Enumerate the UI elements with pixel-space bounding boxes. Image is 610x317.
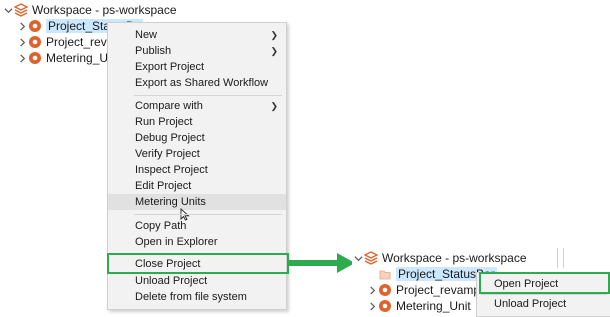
menu-separator	[134, 95, 282, 96]
chevron-right-icon[interactable]	[366, 301, 378, 311]
panel-divider	[557, 248, 558, 268]
workspace-label: Workspace - ps-workspace	[32, 3, 177, 17]
menu-item-label: Open in Explorer	[135, 236, 218, 248]
menu-item-label: Publish	[135, 45, 172, 57]
closed-project-icon	[378, 267, 392, 281]
menu-item-label: Inspect Project	[135, 164, 208, 176]
chevron-right-icon[interactable]	[16, 21, 28, 31]
menu-item-inspect-project[interactable]: Inspect Project	[108, 162, 286, 178]
chevron-right-icon[interactable]	[16, 37, 28, 47]
menu-item-label: Delete from file system	[135, 291, 247, 303]
menu-item-label: Compare with	[135, 100, 203, 112]
menu-item-edit-project[interactable]: Edit Project	[108, 178, 286, 194]
menu-separator	[134, 214, 282, 215]
menu-item-unload-project[interactable]: Unload Project	[477, 296, 610, 312]
workspace-stack-icon	[13, 3, 29, 17]
menu-item-label: Verify Project	[135, 148, 200, 160]
project-icon	[28, 35, 42, 49]
menu-item-copy-path[interactable]: Copy Path	[108, 218, 286, 234]
menu-item-label: Metering Units	[135, 196, 206, 208]
menu-item-compare-with[interactable]: Compare with ❯	[108, 98, 286, 114]
menu-item-label: Export as Shared Workflow	[135, 77, 269, 89]
tree-item-metering-units[interactable]: Metering_Unit	[366, 298, 471, 314]
tree-item-label: Project_reva	[46, 35, 114, 49]
menu-item-open-in-explorer[interactable]: Open in Explorer	[108, 234, 286, 250]
menu-item-publish[interactable]: Publish ❯	[108, 43, 286, 59]
workspace-row[interactable]: Workspace - ps-workspace	[352, 250, 527, 266]
chevron-right-icon[interactable]	[366, 285, 378, 295]
menu-separator	[481, 294, 607, 295]
chevron-right-icon[interactable]	[16, 53, 28, 63]
menu-item-export-project[interactable]: Export Project	[108, 59, 286, 75]
menu-item-export-shared-workflow[interactable]: Export as Shared Workflow	[108, 75, 286, 91]
project-icon	[378, 283, 392, 297]
open-project-highlight	[479, 272, 610, 294]
chevron-right-icon: ❯	[270, 100, 278, 111]
chevron-down-icon[interactable]	[2, 6, 14, 15]
tree-item-metering-units[interactable]: Metering_Uni	[16, 50, 117, 66]
menu-item-run-project[interactable]: Run Project	[108, 114, 286, 130]
menu-item-verify-project[interactable]: Verify Project	[108, 146, 286, 162]
menu-item-unload-project[interactable]: Unload Project	[108, 273, 286, 289]
menu-item-label: New	[135, 29, 158, 41]
close-project-highlight	[107, 253, 289, 274]
menu-item-delete-from-file-system[interactable]: Delete from file system	[108, 289, 286, 305]
project-icon	[28, 19, 42, 33]
menu-item-label: Debug Project	[135, 132, 205, 144]
menu-item-label: Unload Project	[135, 275, 208, 287]
menu-item-new[interactable]: New ❯	[108, 27, 286, 43]
workspace-row[interactable]: Workspace - ps-workspace	[2, 2, 177, 18]
chevron-down-icon[interactable]	[352, 254, 364, 263]
menu-item-label: Unload Project	[494, 298, 567, 310]
panel-divider	[563, 248, 564, 268]
menu-item-metering-units[interactable]: Metering Units	[108, 194, 286, 210]
arrow-right-icon	[289, 253, 355, 273]
menu-item-debug-project[interactable]: Debug Project	[108, 130, 286, 146]
workspace-stack-icon	[363, 251, 379, 265]
project-icon	[378, 299, 392, 313]
tree-item-label: Project_revamp	[396, 283, 481, 297]
menu-item-label: Copy Path	[135, 220, 187, 232]
project-icon	[28, 51, 42, 65]
chevron-right-icon: ❯	[270, 45, 278, 56]
menu-item-label: Edit Project	[135, 180, 192, 192]
workspace-label: Workspace - ps-workspace	[382, 251, 527, 265]
chevron-right-icon: ❯	[270, 29, 278, 40]
tree-item-project-revamp[interactable]: Project_reva	[16, 34, 113, 50]
menu-item-label: Export Project	[135, 61, 205, 73]
tree-item-project-revamp[interactable]: Project_revamp	[366, 282, 480, 298]
tree-item-label: Metering_Unit	[396, 299, 471, 313]
menu-item-label: Run Project	[135, 116, 193, 128]
